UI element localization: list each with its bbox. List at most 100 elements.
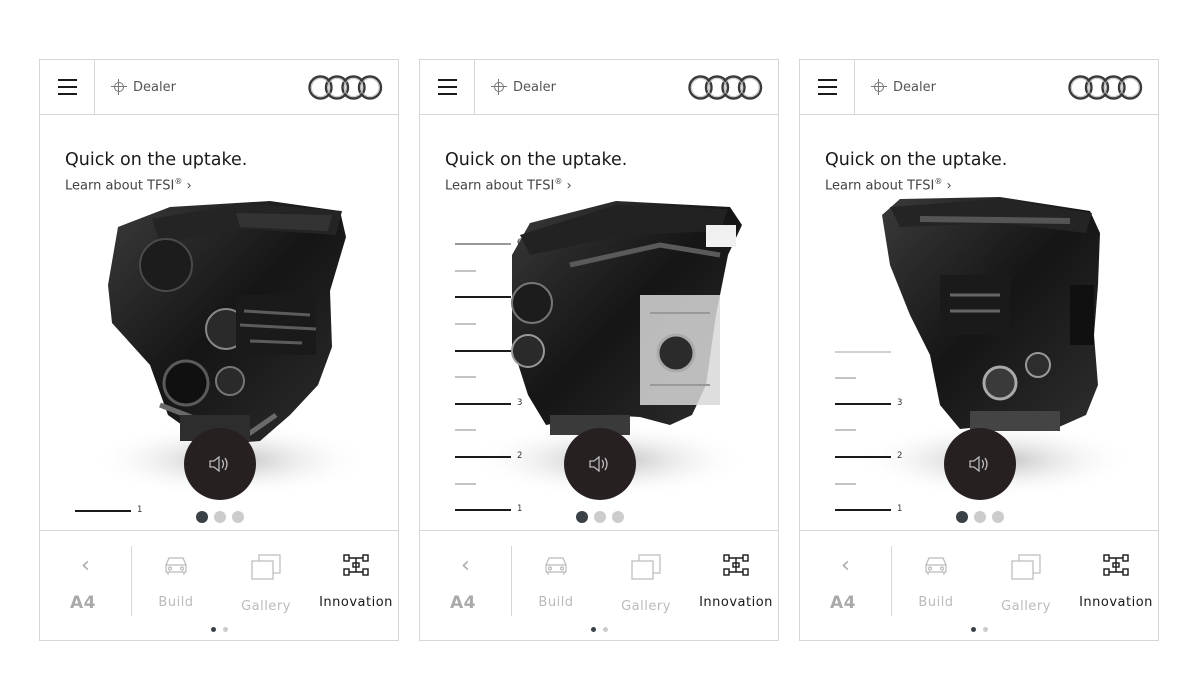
scale-tick: [75, 510, 131, 512]
scale-label: 1: [897, 504, 903, 514]
scale-minor-tick: [455, 376, 476, 378]
back-button[interactable]: ‹ A4: [420, 531, 511, 627]
carousel-dot[interactable]: [956, 511, 968, 523]
four-rings-logo[interactable]: [307, 74, 384, 101]
scale-label: 1: [137, 505, 143, 515]
page-dot[interactable]: [211, 627, 216, 632]
scale-tick: [835, 509, 891, 511]
four-rings-logo[interactable]: [1067, 74, 1144, 101]
nav-innovation[interactable]: Innovation: [691, 553, 781, 610]
engine-stage: Quick on the uptake. Learn about TFSI® ›…: [800, 115, 1158, 530]
nav-gallery[interactable]: Gallery: [601, 553, 691, 614]
scale-tick: [835, 456, 891, 458]
back-button[interactable]: ‹ A4: [40, 531, 131, 627]
carousel-dot[interactable]: [196, 511, 208, 523]
chevron-right-icon: ›: [946, 178, 952, 194]
nav-gallery[interactable]: Gallery: [981, 553, 1071, 614]
nav-gallery[interactable]: Gallery: [221, 553, 311, 614]
menu-button[interactable]: [40, 60, 95, 114]
hamburger-icon: [818, 79, 837, 81]
page-indicator: [591, 627, 608, 632]
dealer-label: Dealer: [133, 79, 176, 95]
top-bar: Dealer: [40, 60, 398, 115]
dealer-label: Dealer: [513, 79, 556, 95]
nav-build[interactable]: Build: [891, 553, 981, 610]
carousel-dot[interactable]: [594, 511, 606, 523]
page-dot[interactable]: [603, 627, 608, 632]
nav-gallery-label: Gallery: [621, 599, 671, 614]
learn-tfsi-link[interactable]: Learn about TFSI® ›: [65, 177, 192, 193]
nav-build[interactable]: Build: [131, 553, 221, 610]
stacked-images-icon: [251, 554, 281, 580]
nav-build-label: Build: [538, 595, 574, 610]
carousel-dot[interactable]: [992, 511, 1004, 523]
nav-innovation-label: Innovation: [699, 595, 773, 610]
scale-tick: [455, 509, 511, 511]
top-bar: Dealer: [800, 60, 1158, 115]
engine-stage: Quick on the uptake. Learn about TFSI® ›…: [420, 115, 778, 530]
dealer-link[interactable]: Dealer: [871, 78, 936, 96]
dealer-link[interactable]: Dealer: [491, 78, 556, 96]
scale-label: 1: [517, 504, 523, 514]
scale-minor-tick: [455, 483, 476, 485]
page-dot[interactable]: [223, 627, 228, 632]
carousel-dot[interactable]: [576, 511, 588, 523]
headline: Quick on the uptake.: [445, 150, 628, 170]
page-indicator: [211, 627, 228, 632]
four-rings-logo[interactable]: [687, 74, 764, 101]
scale-label: 3: [897, 398, 903, 408]
engine-stage: Quick on the uptake. Learn about TFSI® ›…: [40, 115, 398, 530]
carousel-dot[interactable]: [214, 511, 226, 523]
nav-build[interactable]: Build: [511, 553, 601, 610]
phone-screen-1: Dealer Quick on the uptake. Learn about …: [39, 59, 399, 641]
menu-button[interactable]: [420, 60, 475, 114]
chevron-right-icon: ›: [566, 178, 572, 194]
chevron-left-icon: ‹: [841, 553, 850, 578]
phone-screen-3: Dealer Quick on the uptake. Learn about …: [799, 59, 1159, 641]
scale-minor-tick: [835, 429, 856, 431]
scale-minor-tick: [455, 270, 476, 272]
carousel-dot[interactable]: [612, 511, 624, 523]
scale-tick: [455, 403, 511, 405]
phone-screen-2: Dealer Quick on the uptake. Learn about …: [419, 59, 779, 641]
nav-innovation[interactable]: Innovation: [311, 553, 401, 610]
sound-button[interactable]: [564, 428, 636, 500]
scale-minor-tick: [835, 377, 856, 379]
learn-tfsi-link[interactable]: Learn about TFSI® ›: [445, 177, 572, 193]
carousel-dots: [576, 511, 624, 523]
sound-button[interactable]: [184, 428, 256, 500]
scale-minor-tick: [835, 483, 856, 485]
learn-tfsi-link[interactable]: Learn about TFSI® ›: [825, 177, 952, 193]
page-dot[interactable]: [591, 627, 596, 632]
nav-innovation-label: Innovation: [1079, 595, 1153, 610]
carousel-dot[interactable]: [974, 511, 986, 523]
back-button[interactable]: ‹ A4: [800, 531, 891, 627]
page-dot[interactable]: [971, 627, 976, 632]
drivetrain-icon: [1103, 554, 1129, 576]
location-crosshair-icon: [111, 79, 127, 95]
carousel-dot[interactable]: [232, 511, 244, 523]
scale-label: 2: [897, 451, 903, 461]
car-front-icon: [925, 557, 947, 575]
headline: Quick on the uptake.: [65, 150, 248, 170]
scale-tick: [455, 350, 511, 352]
car-front-icon: [165, 557, 187, 575]
nav-innovation[interactable]: Innovation: [1071, 553, 1161, 610]
bottom-nav: ‹ A4 Build Gallery Innovation: [420, 530, 778, 643]
chevron-left-icon: ‹: [81, 553, 90, 578]
nav-gallery-label: Gallery: [1001, 599, 1051, 614]
location-crosshair-icon: [871, 79, 887, 95]
hamburger-icon: [58, 79, 77, 81]
drivetrain-icon: [723, 554, 749, 576]
headline: Quick on the uptake.: [825, 150, 1008, 170]
scale-minor-tick: [455, 323, 476, 325]
scale-label: 3: [517, 398, 523, 408]
stacked-images-icon: [1011, 554, 1041, 580]
bottom-nav: ‹ A4 Build Gallery Innovation: [40, 530, 398, 643]
sound-button[interactable]: [944, 428, 1016, 500]
speaker-icon: [589, 455, 608, 473]
menu-button[interactable]: [800, 60, 855, 114]
scale-tick: [835, 351, 891, 353]
page-dot[interactable]: [983, 627, 988, 632]
dealer-link[interactable]: Dealer: [111, 78, 176, 96]
